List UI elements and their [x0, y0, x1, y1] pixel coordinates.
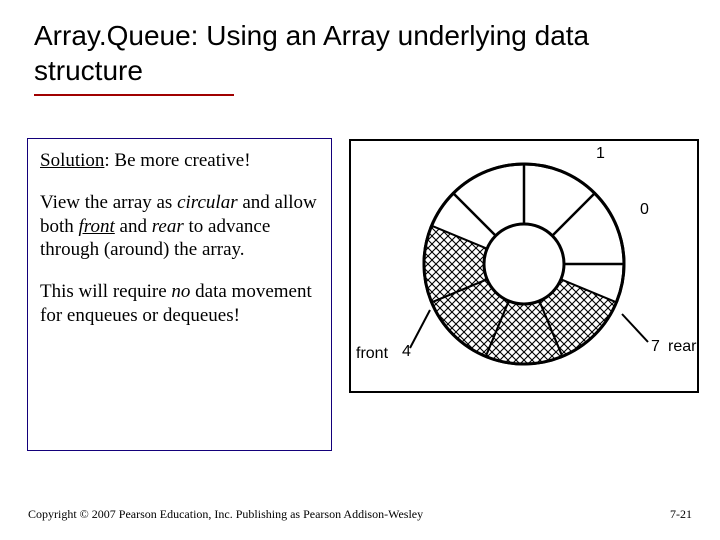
- label-rear: rear: [668, 338, 697, 355]
- label-front: front: [356, 345, 389, 362]
- page-number: 7-21: [670, 507, 692, 522]
- paragraph-2: This will require no data movement for e…: [40, 280, 319, 328]
- paragraph-1: View the array as circular and allow bot…: [40, 191, 319, 262]
- solution-text: : Be more creative!: [104, 150, 250, 171]
- label-7: 7: [651, 338, 660, 355]
- content-box: Solution: Be more creative! View the arr…: [27, 138, 332, 451]
- label-0: 0: [640, 201, 649, 218]
- label-4: 4: [402, 343, 411, 360]
- copyright-footer: Copyright © 2007 Pearson Education, Inc.…: [28, 507, 423, 522]
- circular-array-diagram: 0 1 7 4 front rear: [348, 138, 700, 438]
- solution-label: Solution: [40, 150, 104, 171]
- label-1: 1: [596, 145, 605, 162]
- page-title: Array.Queue: Using an Array underlying d…: [34, 18, 680, 88]
- title-underline: [34, 94, 234, 96]
- solution-line: Solution: Be more creative!: [40, 149, 319, 173]
